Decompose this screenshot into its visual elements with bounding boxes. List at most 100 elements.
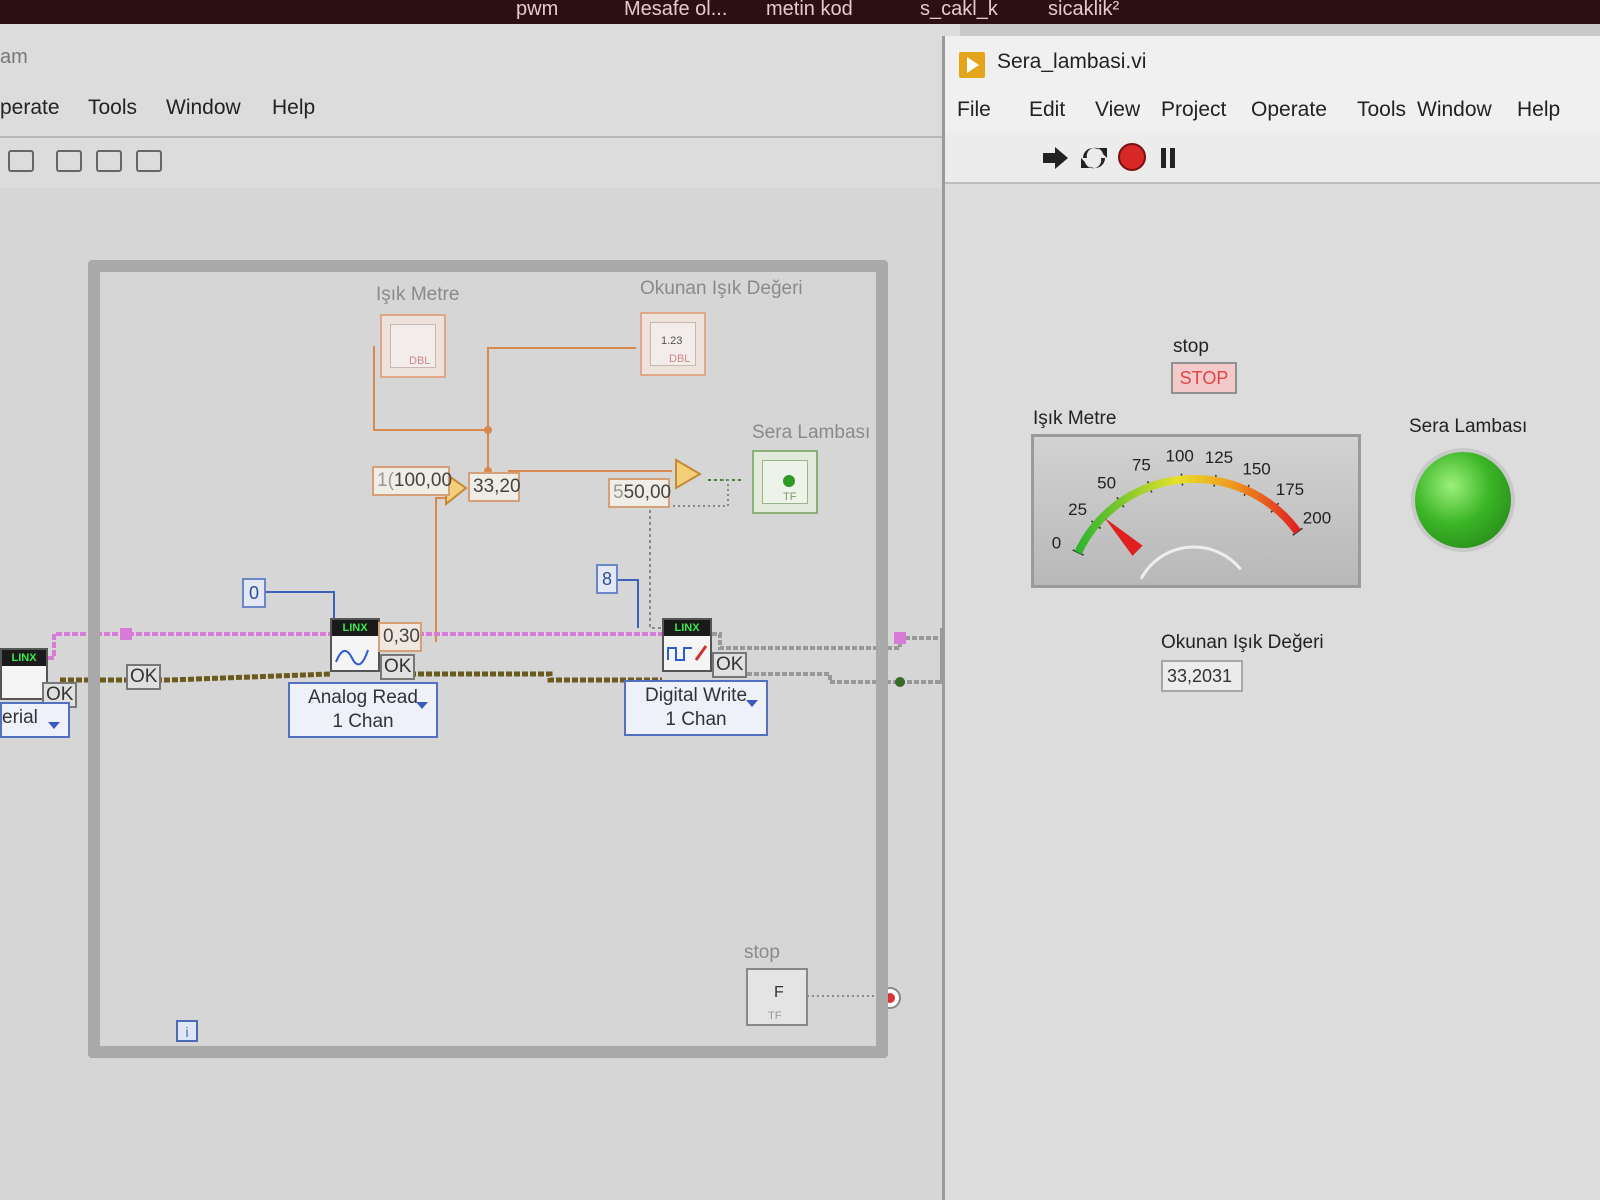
- gauge-terminal[interactable]: DBL: [380, 314, 446, 378]
- gauge-tick-label: 175: [1276, 480, 1304, 499]
- gauge-terminal-type: DBL: [409, 355, 431, 367]
- gauge-terminal-icon: DBL: [390, 324, 436, 368]
- step-out-icon[interactable]: [136, 150, 162, 172]
- digital-write-vi[interactable]: LINX: [662, 618, 712, 672]
- taskbar: pwm Mesafe ol... metin kod s_cakl_k sica…: [0, 0, 1600, 24]
- fp-label-sera-lambasi: Sera Lambası: [1409, 416, 1528, 437]
- fp-menu-window[interactable]: Window: [1417, 98, 1492, 122]
- analog-read-vi[interactable]: LINX: [330, 618, 380, 672]
- numeric-terminal-icon: 1.23 DBL: [650, 322, 696, 366]
- led-terminal[interactable]: TF: [752, 450, 818, 514]
- multiply-constant[interactable]: 1(100,00: [372, 466, 453, 496]
- gauge-tick-label: 25: [1068, 500, 1087, 519]
- gauge-tick-label: 75: [1132, 455, 1151, 474]
- fp-label-isik-metre: Işık Metre: [1033, 408, 1117, 429]
- compare-constant[interactable]: 550,00: [608, 478, 672, 508]
- compare-constant-value: 50,00: [623, 482, 672, 503]
- analog-read-line1: Analog Read: [308, 687, 418, 708]
- ok-tunnel: OK: [126, 664, 162, 690]
- led-terminal-icon: TF: [762, 460, 808, 504]
- linx-open-badge: LINX: [2, 650, 46, 666]
- numeric-indicator-terminal[interactable]: 1.23 DBL: [640, 312, 706, 376]
- menu-operate[interactable]: perate: [0, 96, 60, 120]
- block-diagram-title: am: [0, 46, 28, 68]
- multiply-result: 33,20: [468, 472, 521, 502]
- stop-button[interactable]: STOP: [1171, 362, 1237, 394]
- analog-read-selector[interactable]: Analog Read 1 Chan: [288, 682, 438, 738]
- multiply-constant-prefix: 1(: [377, 470, 394, 491]
- gauge-tick-label: 0: [1052, 533, 1061, 552]
- gauge-inner-arc: [1139, 545, 1242, 580]
- label-okunan-isik: Okunan Işık Değeri: [640, 278, 803, 299]
- led-terminal-type: TF: [783, 491, 797, 503]
- compare-constant-prefix: 5: [613, 482, 624, 503]
- digital-write-selector[interactable]: Digital Write 1 Chan: [624, 680, 768, 736]
- label-stop: stop: [744, 942, 780, 963]
- clean-up-diagram-icon[interactable]: [8, 150, 34, 172]
- front-panel-titlebar: Sera_lambasi.vi: [945, 36, 1600, 90]
- while-loop[interactable]: [88, 260, 888, 1058]
- menu-tools[interactable]: Tools: [88, 96, 137, 120]
- sera-lambasi-led[interactable]: [1415, 452, 1511, 548]
- analog-value-indicator: 0,30: [378, 622, 422, 652]
- gauge-tick-label: 125: [1205, 448, 1233, 467]
- fp-menu-edit[interactable]: Edit: [1029, 98, 1065, 122]
- digital-write-linx-badge: LINX: [664, 620, 710, 636]
- block-diagram-menubar: perate Tools Window Help: [0, 90, 960, 130]
- serial-chevron-down-icon: [48, 722, 60, 729]
- labview-vi-icon: [959, 52, 985, 78]
- menu-help[interactable]: Help: [272, 96, 315, 120]
- isik-metre-gauge[interactable]: 0 25 50 75 100 125 150 175 200: [1031, 434, 1361, 588]
- block-diagram-canvas[interactable]: i Işık Metre DBL Okunan Işık Değeri 1.23…: [0, 188, 960, 1200]
- fp-menu-help[interactable]: Help: [1517, 98, 1560, 122]
- digital-pulse-icon: [667, 645, 708, 661]
- multiply-constant-value: 100,00: [393, 470, 453, 491]
- step-over-icon[interactable]: [96, 150, 122, 172]
- okunan-isik-indicator: 33,2031: [1161, 660, 1243, 692]
- pause-icon[interactable]: [1157, 144, 1181, 172]
- taskbar-item-mesafe[interactable]: Mesafe ol...: [624, 0, 727, 21]
- fp-menu-file[interactable]: File: [957, 98, 991, 122]
- run-continuously-icon[interactable]: [1079, 144, 1109, 172]
- block-diagram-window: am perate Tools Window Help i Işık Metre…: [0, 24, 960, 1200]
- stop-control-terminal[interactable]: F TF: [746, 968, 808, 1026]
- digital-write-line1: Digital Write: [644, 685, 748, 706]
- label-sera-lambasi: Sera Lambası: [752, 422, 871, 443]
- digital-write-chevron-down-icon: [746, 700, 758, 707]
- step-into-icon[interactable]: [56, 150, 82, 172]
- linx-open-vi[interactable]: LINX: [0, 648, 48, 700]
- label-isik-metre: Işık Metre: [376, 284, 460, 305]
- menu-window[interactable]: Window: [166, 96, 241, 120]
- numeric-terminal-value: 1.23: [661, 335, 683, 347]
- serial-selector[interactable]: erial: [0, 702, 70, 738]
- gauge-tick-label: 200: [1303, 509, 1331, 528]
- digital-pin-constant[interactable]: 8: [596, 564, 618, 594]
- analog-read-linx-badge: LINX: [332, 620, 378, 636]
- abort-execution-icon[interactable]: [1117, 142, 1147, 172]
- led-dot-icon: [783, 475, 795, 487]
- taskbar-item-sicaklik2[interactable]: sicaklik²: [1048, 0, 1119, 21]
- fp-menu-operate[interactable]: Operate: [1251, 98, 1327, 122]
- analog-read-chevron-down-icon: [416, 702, 428, 709]
- fp-menu-project[interactable]: Project: [1161, 98, 1226, 122]
- gauge-tick-label: 100: [1166, 447, 1194, 466]
- taskbar-item-metin-kod[interactable]: metin kod: [766, 0, 853, 21]
- serial-selector-label: erial: [2, 707, 38, 728]
- taskbar-item-sicaklik[interactable]: s_cakl_k: [920, 0, 998, 21]
- numeric-terminal-type: DBL: [669, 353, 691, 365]
- front-panel-canvas: stop STOP Işık Metre 0 25 50 75 100 125 150 175…: [945, 184, 1600, 1200]
- gauge-tick-label: 150: [1242, 459, 1270, 478]
- fp-label-stop: stop: [1173, 336, 1209, 357]
- digital-write-line2: 1 Chan: [665, 709, 727, 730]
- taskbar-item-pwm[interactable]: pwm: [516, 0, 558, 21]
- gauge-tick-label: 50: [1097, 474, 1116, 493]
- run-arrow-icon[interactable]: [1041, 144, 1071, 172]
- fp-menu-tools[interactable]: Tools: [1357, 98, 1406, 122]
- tunnel-linx-out: [894, 632, 906, 644]
- analog-read-line2: 1 Chan: [332, 711, 394, 732]
- tunnel-error-out: [895, 677, 905, 687]
- fp-label-okunan-isik: Okunan Işık Değeri: [1161, 632, 1324, 653]
- analog-wave-icon: [335, 649, 369, 666]
- fp-menu-view[interactable]: View: [1095, 98, 1140, 122]
- analog-pin-constant[interactable]: 0: [242, 578, 266, 608]
